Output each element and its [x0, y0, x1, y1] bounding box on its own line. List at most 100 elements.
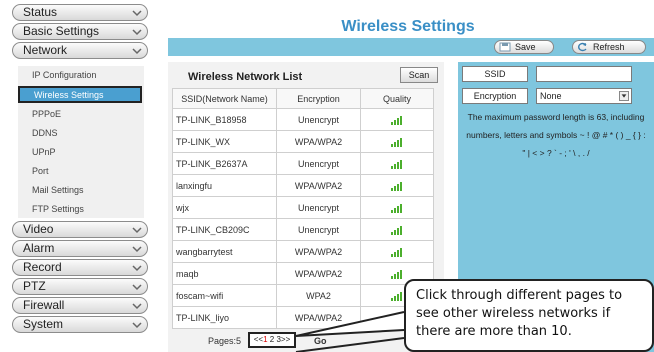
sidebar-item-port[interactable]: Port	[18, 162, 142, 180]
pager-prev[interactable]: <<	[254, 335, 263, 344]
ssid-cell: TP-LINK_B18958	[172, 108, 277, 131]
password-help-text: The maximum password length is 63, inclu…	[458, 108, 654, 162]
menu-label: Record	[23, 260, 62, 274]
refresh-button[interactable]: Refresh	[572, 40, 646, 54]
table-row[interactable]: TP-LINK_WX WPA/WPA2	[172, 130, 434, 153]
help-line: " | < > ? ` - ; ' \ , . /	[522, 148, 590, 158]
menu-ptz[interactable]: PTZ	[12, 278, 148, 295]
sidebar: Status Basic Settings Network IP Configu…	[0, 0, 162, 352]
save-icon	[499, 42, 511, 52]
signal-strength-icon	[391, 115, 403, 125]
encryption-cell: Unencrypt	[276, 218, 361, 241]
ssid-cell: TP-LINK_liyo	[172, 306, 277, 329]
encryption-cell: WPA/WPA2	[276, 262, 361, 285]
action-bar: Save Refresh	[168, 38, 654, 56]
ssid-cell: TP-LINK_B2637A	[172, 152, 277, 175]
go-button[interactable]: Go	[314, 336, 327, 346]
help-line: The maximum password length is 63, inclu…	[467, 112, 645, 122]
chevron-down-icon	[132, 246, 142, 253]
encryption-cell: WPA/WPA2	[276, 130, 361, 153]
sidebar-item-wireless-settings[interactable]: Wireless Settings	[18, 86, 142, 103]
page-title: Wireless Settings	[341, 18, 475, 35]
encryption-cell: WPA/WPA2	[276, 174, 361, 197]
sidebar-item-upnp[interactable]: UPnP	[18, 143, 142, 161]
menu-label: Network	[23, 43, 68, 57]
ssid-cell: wangbarrytest	[172, 240, 277, 263]
ssid-cell: TP-LINK_CB209C	[172, 218, 277, 241]
menu-label: Basic Settings	[23, 24, 100, 38]
menu-network[interactable]: Network	[12, 42, 148, 59]
menu-video[interactable]: Video	[12, 221, 148, 238]
menu-label: Firewall	[23, 298, 65, 312]
chevron-down-icon	[132, 322, 142, 329]
menu-firewall[interactable]: Firewall	[12, 297, 148, 314]
encryption-cell: WPA/WPA2	[276, 240, 361, 263]
encryption-cell: Unencrypt	[276, 152, 361, 175]
table-row[interactable]: lanxingfu WPA/WPA2	[172, 174, 434, 197]
signal-strength-icon	[391, 225, 403, 235]
sidebar-item-ftp-settings[interactable]: FTP Settings	[18, 200, 142, 218]
chevron-down-icon	[132, 227, 142, 234]
signal-strength-icon	[391, 181, 403, 191]
encryption-cell: WPA/WPA2	[276, 306, 361, 329]
pages-count: Pages:5	[208, 336, 242, 346]
table-row[interactable]: TP-LINK_liyo WPA/WPA2	[172, 306, 434, 329]
table-row[interactable]: TP-LINK_B18958 Unencrypt	[172, 108, 434, 131]
menu-basic-settings[interactable]: Basic Settings	[12, 23, 148, 40]
scan-button[interactable]: Scan	[400, 67, 438, 83]
menu-alarm[interactable]: Alarm	[12, 240, 148, 257]
menu-label: System	[23, 317, 64, 331]
menu-label: Video	[23, 222, 54, 236]
chevron-down-icon	[132, 29, 142, 36]
chevron-down-icon	[132, 265, 142, 272]
ssid-input[interactable]	[536, 66, 632, 82]
ssid-cell: lanxingfu	[172, 174, 277, 197]
table-row[interactable]: wangbarrytest WPA/WPA2	[172, 240, 434, 263]
sidebar-item-ip-configuration[interactable]: IP Configuration	[18, 66, 142, 84]
sidebar-item-ddns[interactable]: DDNS	[18, 124, 142, 142]
signal-strength-icon	[391, 159, 403, 169]
menu-label: PTZ	[23, 279, 46, 293]
encryption-cell: Unencrypt	[276, 108, 361, 131]
table-row[interactable]: TP-LINK_B2637A Unencrypt	[172, 152, 434, 175]
sidebar-item-pppoe[interactable]: PPPoE	[18, 105, 142, 123]
signal-strength-icon	[391, 247, 403, 257]
signal-strength-icon	[391, 291, 403, 301]
encryption-select[interactable]: None	[536, 88, 632, 104]
save-button[interactable]: Save	[494, 40, 554, 54]
save-label: Save	[515, 42, 536, 52]
chevron-down-icon	[132, 48, 142, 55]
menu-label: Status	[23, 5, 58, 19]
encryption-cell: WPA2	[276, 284, 361, 307]
ssid-cell: foscam~wifi	[172, 284, 277, 307]
ssid-cell: TP-LINK_WX	[172, 130, 277, 153]
signal-strength-icon	[391, 269, 403, 279]
wireless-list-panel: Wireless Network List Scan SSID(Network …	[168, 62, 444, 352]
encryption-cell: Unencrypt	[276, 196, 361, 219]
ssid-label: SSID	[462, 66, 528, 82]
column-header: SSID(Network Name)	[172, 88, 277, 109]
table-row[interactable]: wjx Unencrypt	[172, 196, 434, 219]
column-header: Quality	[360, 88, 434, 109]
callout-annotation: Click through different pages to see oth…	[404, 279, 654, 352]
table-row[interactable]: TP-LINK_CB209C Unencrypt	[172, 218, 434, 241]
quality-cell	[360, 174, 434, 197]
list-title: Wireless Network List	[188, 71, 303, 83]
pager-other-pages[interactable]: 2 3>>	[268, 335, 290, 344]
chevron-down-icon	[132, 10, 142, 17]
quality-cell	[360, 130, 434, 153]
menu-label: Alarm	[23, 241, 55, 255]
quality-cell	[360, 218, 434, 241]
table-row[interactable]: foscam~wifi WPA2	[172, 284, 434, 307]
quality-cell	[360, 196, 434, 219]
sidebar-item-mail-settings[interactable]: Mail Settings	[18, 181, 142, 199]
ssid-cell: wjx	[172, 196, 277, 219]
column-header: Encryption	[276, 88, 361, 109]
pagination-links[interactable]: <<1 2 3>>	[248, 332, 296, 348]
menu-record[interactable]: Record	[12, 259, 148, 276]
quality-cell	[360, 152, 434, 175]
table-row[interactable]: maqb WPA/WPA2	[172, 262, 434, 285]
quality-cell	[360, 240, 434, 263]
menu-system[interactable]: System	[12, 316, 148, 333]
menu-status[interactable]: Status	[12, 4, 148, 21]
